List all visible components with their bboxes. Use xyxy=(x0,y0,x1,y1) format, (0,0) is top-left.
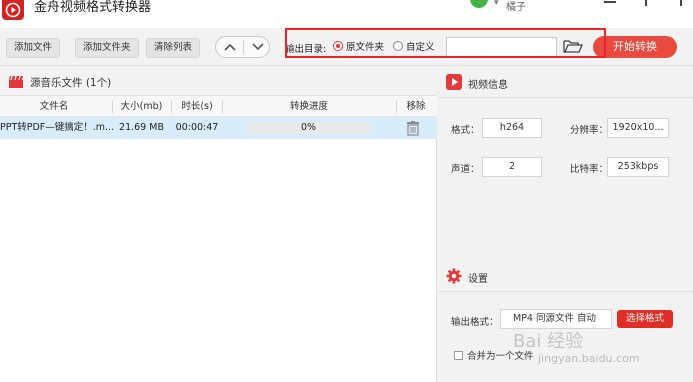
trash-icon[interactable] xyxy=(406,121,420,136)
toolbar: 添加文件 添加文件夹 清除列表 输出目录: 原文件夹 自定义 开始转换 xyxy=(0,28,693,66)
video-info-title: 视频信息 xyxy=(468,80,508,91)
radio-original-folder[interactable]: 原文件夹 xyxy=(333,41,384,55)
reorder-control xyxy=(215,36,270,58)
col-header-remove: 移除 xyxy=(406,101,426,112)
table-row[interactable]: PPT转PDF—键搞定！.m... 21.69 MB 00:00:47 xyxy=(0,117,437,139)
format-value: h264 xyxy=(482,118,542,138)
app-title: 金舟视频格式转换器 xyxy=(34,0,152,15)
progress-percent: 0% xyxy=(300,122,317,133)
clear-list-button[interactable]: 清除列表 xyxy=(146,38,201,58)
gear-icon xyxy=(446,268,462,284)
folder-open-icon xyxy=(563,40,583,53)
user-avatar-icon[interactable] xyxy=(470,0,488,8)
chevron-down-icon xyxy=(251,43,264,51)
user-name[interactable]: 橘子 xyxy=(506,0,526,13)
file-panel-header: 源音乐文件 (1个) xyxy=(0,66,437,96)
add-folder-button[interactable]: 添加文件夹 xyxy=(75,38,139,58)
start-convert-button[interactable]: 开始转换 xyxy=(593,36,677,58)
move-down-button[interactable] xyxy=(244,37,271,57)
output-path-input[interactable] xyxy=(446,37,557,57)
col-header-name: 文件名 xyxy=(39,101,69,112)
file-duration-cell: 00:00:47 xyxy=(175,122,219,133)
watermark-url: jingyan.baidu.com xyxy=(538,352,640,365)
format-label: 格式： xyxy=(451,125,480,136)
channel-value: 2 xyxy=(482,157,542,177)
col-header-duration: 时长(s) xyxy=(181,101,213,112)
settings-header: 设置 xyxy=(438,260,693,292)
radio-custom-label: 自定义 xyxy=(406,42,435,53)
clapperboard-icon xyxy=(9,75,23,88)
choose-format-button[interactable]: 选择格式 xyxy=(617,310,673,328)
file-panel-title: 源音乐文件 (1个) xyxy=(30,77,112,89)
output-format-select[interactable]: MP4 同源文件 自动 xyxy=(500,309,612,329)
add-file-button[interactable]: 添加文件 xyxy=(6,38,61,58)
col-header-progress: 转换进度 xyxy=(289,101,328,112)
file-name-cell: PPT转PDF—键搞定！.m... xyxy=(0,122,113,133)
move-up-button[interactable] xyxy=(216,37,243,57)
col-header-size: 大小(mb) xyxy=(120,101,163,112)
radio-original-label: 原文件夹 xyxy=(346,42,385,53)
browse-folder-button[interactable] xyxy=(563,38,585,56)
channel-label: 声道： xyxy=(451,164,480,175)
file-list-panel: 源音乐文件 (1个) 文件名 大小(mb) 时长(s) 转换进度 移除 PPT转… xyxy=(0,66,437,382)
bitrate-label: 比特率： xyxy=(570,164,609,175)
settings-title: 设置 xyxy=(468,274,488,285)
maximize-icon[interactable] xyxy=(645,0,647,6)
bitrate-value: 253kbps xyxy=(607,157,669,177)
minimize-icon[interactable] xyxy=(604,1,616,3)
radio-dot[interactable] xyxy=(333,41,343,51)
radio-custom-folder[interactable]: 自定义 xyxy=(393,41,435,55)
watermark-logo: Bai 经验 xyxy=(513,331,584,352)
radio-dot[interactable] xyxy=(393,41,403,51)
resolution-label: 分辨率： xyxy=(570,125,609,136)
play-icon xyxy=(446,74,462,90)
chevron-up-icon xyxy=(223,43,236,51)
checkbox-box[interactable] xyxy=(454,351,463,360)
resolution-value: 1920x10... xyxy=(607,118,669,138)
title-bar: 金舟视频格式转换器 ▾ 橘子 xyxy=(0,0,693,28)
file-size-cell: 21.69 MB xyxy=(119,122,164,133)
output-format-label: 输出格式： xyxy=(451,317,499,328)
output-dir-label: 输出目录: xyxy=(285,44,327,55)
chevron-down-icon[interactable]: ▾ xyxy=(494,0,499,8)
close-icon[interactable] xyxy=(680,0,682,6)
video-info-header: 视频信息 xyxy=(438,66,693,98)
app-logo-icon xyxy=(2,0,24,20)
